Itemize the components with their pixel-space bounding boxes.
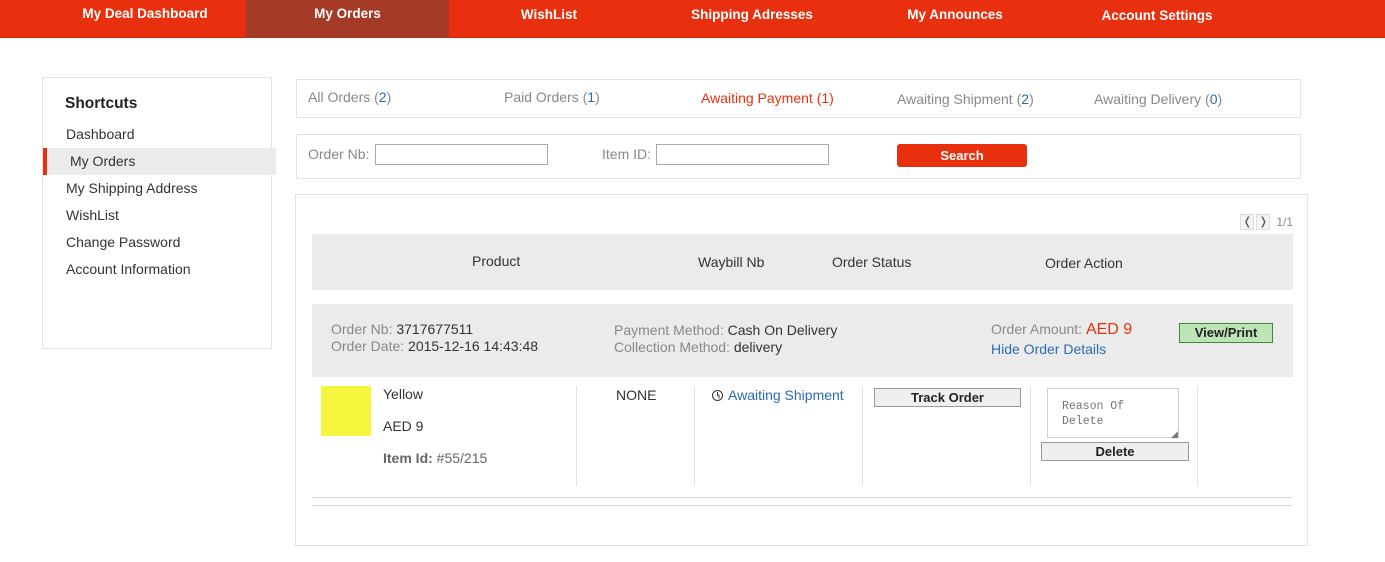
hide-order-details-link[interactable]: Hide Order Details: [991, 341, 1106, 357]
nav-my-orders[interactable]: My Orders: [246, 0, 449, 38]
tab-awaiting-delivery[interactable]: Awaiting Delivery (0): [1094, 91, 1222, 107]
page-info: 1/1: [1276, 215, 1293, 229]
sidebar-item-dashboard[interactable]: Dashboard: [43, 121, 276, 148]
order-status-link[interactable]: Awaiting Shipment: [728, 387, 844, 403]
order-status-tabs: All Orders (2) Paid Orders (1) Awaiting …: [296, 79, 1301, 118]
table-header: Product Waybill Nb Order Status Order Ac…: [312, 234, 1293, 290]
nav-my-announces[interactable]: My Announces: [855, 1, 1055, 39]
tab-awaiting-shipment[interactable]: Awaiting Shipment (2): [897, 91, 1034, 107]
column-divider: [1197, 386, 1198, 486]
collection-method-row: Collection Method: delivery: [614, 339, 782, 355]
column-divider: [1030, 386, 1031, 486]
column-divider: [862, 386, 863, 486]
tab-label: Awaiting Shipment: [897, 91, 1013, 107]
order-date-row: Order Date: 2015-12-16 14:43:48: [331, 338, 538, 354]
sidebar-item-wishlist[interactable]: WishList: [43, 202, 276, 229]
divider: [312, 497, 1293, 498]
order-nb-label: Order Nb:: [308, 146, 370, 162]
tab-all-orders[interactable]: All Orders (2): [308, 89, 391, 105]
nav-account-settings[interactable]: Account Settings: [1057, 2, 1257, 40]
sidebar-item-change-password[interactable]: Change Password: [43, 229, 276, 256]
tab-count: 2: [378, 89, 387, 105]
search-button[interactable]: Search: [897, 144, 1027, 167]
tab-label: All Orders: [308, 89, 371, 105]
order-search-bar: Order Nb: Item ID: Search: [296, 134, 1301, 179]
track-order-button[interactable]: Track Order: [874, 388, 1021, 407]
collection-method-label: Collection Method:: [614, 339, 730, 355]
product-price: AED 9: [383, 418, 424, 434]
item-id-input[interactable]: [656, 144, 829, 165]
divider: [312, 505, 1293, 506]
tab-count: 2: [1021, 91, 1030, 107]
chevron-left-icon[interactable]: ❬: [1240, 214, 1255, 230]
reason-of-delete-input[interactable]: [1047, 388, 1179, 438]
item-id-label: Item Id:: [383, 450, 433, 466]
sidebar-item-my-orders[interactable]: My Orders: [43, 148, 276, 175]
resize-handle-icon[interactable]: ◢: [1171, 429, 1178, 440]
header-order-action: Order Action: [1045, 255, 1123, 271]
shortcuts-sidebar: Shortcuts Dashboard My Orders My Shippin…: [42, 77, 276, 349]
order-date-value: 2015-12-16 14:43:48: [408, 338, 539, 354]
column-divider: [576, 386, 577, 486]
product-item-id: Item Id: #55/215: [383, 450, 487, 466]
tab-count: 0: [1209, 91, 1218, 107]
order-amount-value: AED 9: [1085, 321, 1133, 338]
order-status: Awaiting Shipment: [712, 387, 844, 403]
order-amount-row: Order Amount: AED 9: [991, 321, 1132, 339]
nav-my-deal-dashboard[interactable]: My Deal Dashboard: [40, 0, 250, 38]
tab-label: Awaiting Payment: [701, 90, 813, 106]
order-amount-label: Order Amount:: [991, 321, 1083, 337]
tab-paid-orders[interactable]: Paid Orders (1): [504, 89, 600, 105]
payment-method-row: Payment Method: Cash On Delivery: [614, 322, 837, 338]
view-print-button[interactable]: View/Print: [1179, 323, 1273, 343]
item-id-value: #55/215: [436, 450, 488, 466]
collection-method-value: delivery: [733, 339, 783, 355]
delete-button[interactable]: Delete: [1041, 442, 1189, 461]
tab-count: 1: [821, 90, 830, 106]
payment-method-value: Cash On Delivery: [727, 322, 838, 338]
orders-panel: ❬ ❭ 1/1 Product Waybill Nb Order Status …: [295, 194, 1308, 546]
header-order-status: Order Status: [832, 254, 912, 270]
product-color-name: Yellow: [383, 386, 423, 402]
header-product: Product: [472, 253, 521, 269]
order-summary: Order Nb: 3717677511 Order Date: 2015-12…: [312, 304, 1293, 377]
tab-count: 1: [587, 89, 596, 105]
tab-label: Paid Orders: [504, 89, 579, 105]
order-item-row: Yellow AED 9 Item Id: #55/215 NONE Await…: [312, 377, 1293, 487]
pagination: ❬ ❭ 1/1: [1240, 214, 1293, 230]
order-nb-input[interactable]: [375, 144, 548, 165]
tab-label: Awaiting Delivery: [1094, 91, 1202, 107]
nav-shipping-adresses[interactable]: Shipping Adresses: [652, 1, 852, 39]
chevron-right-icon[interactable]: ❭: [1256, 214, 1271, 230]
tab-awaiting-payment[interactable]: Awaiting Payment (1): [701, 90, 834, 106]
product-thumbnail: [321, 386, 371, 436]
sidebar-item-my-shipping-address[interactable]: My Shipping Address: [43, 175, 276, 202]
order-nb-row: Order Nb: 3717677511: [331, 321, 473, 337]
sidebar-title: Shortcuts: [65, 95, 138, 112]
order-nb-value: 3717677511: [396, 321, 474, 337]
waybill-value: NONE: [616, 387, 657, 403]
nav-wishlist[interactable]: WishList: [449, 1, 649, 39]
payment-method-label: Payment Method:: [614, 322, 724, 338]
column-divider: [694, 386, 695, 486]
header-waybill-nb: Waybill Nb: [698, 254, 765, 270]
item-id-label: Item ID:: [602, 146, 652, 162]
sidebar-item-account-information[interactable]: Account Information: [43, 256, 276, 283]
order-date-label: Order Date:: [331, 338, 405, 354]
clock-icon: [712, 390, 723, 401]
top-navigation-bar: My Deal Dashboard My Orders WishList Shi…: [0, 0, 1385, 38]
order-nb-label: Order Nb:: [331, 321, 393, 337]
